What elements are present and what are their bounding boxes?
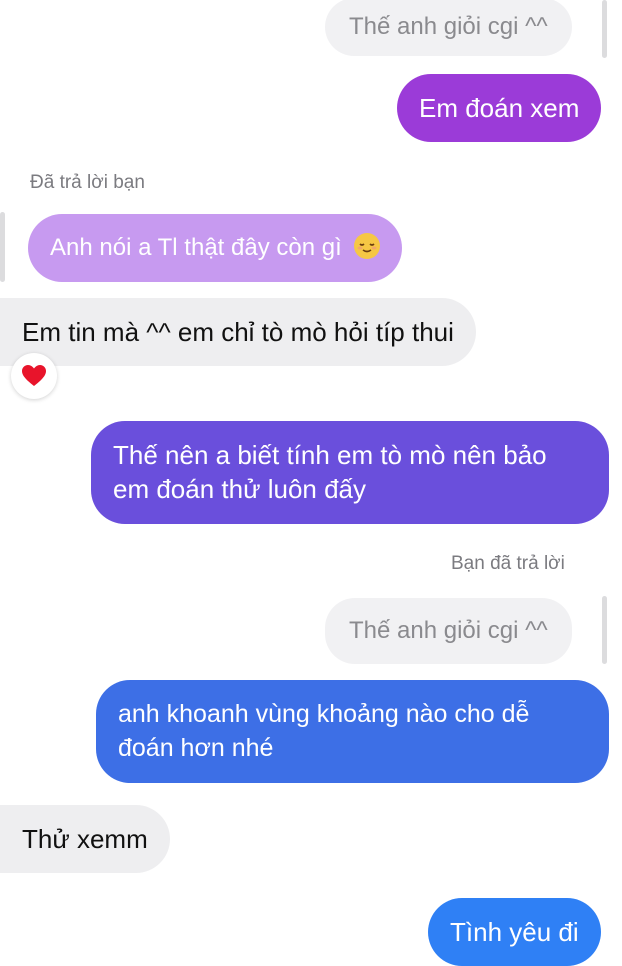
- reply-indicator-bar: [602, 0, 607, 58]
- quoted-text: Thế anh giỏi cgi ^^: [349, 617, 548, 644]
- quoted-message-replied[interactable]: Thế anh giỏi cgi ^^: [325, 598, 572, 664]
- message-text: Em tin mà ^^ em chỉ tò mò hỏi típ thui: [22, 317, 454, 347]
- message-text: Thử xemm: [22, 824, 148, 854]
- reply-indicator-bar: [0, 212, 5, 282]
- sent-message[interactable]: Em đoán xem: [397, 74, 602, 142]
- quoted-message-top[interactable]: Thế anh giỏi cgi ^^: [325, 0, 572, 56]
- message-text-line: Thế nên a biết tính em tò mò nên bảo: [113, 440, 547, 470]
- reply-meta-label: Đã trả lời bạn: [30, 172, 145, 193]
- quoted-message-replied[interactable]: Anh nói a Tl thật đây còn gì: [28, 214, 403, 282]
- received-message[interactable]: Em tin mà ^^ em chỉ tò mò hỏi típ thui: [0, 298, 476, 366]
- message-text-line: anh khoanh vùng khoảng nào cho dễ: [118, 700, 530, 728]
- quoted-text: Anh nói a Tl thật đây còn gì: [50, 234, 342, 261]
- message-text: Em đoán xem: [419, 93, 580, 123]
- sent-message[interactable]: anh khoanh vùng khoảng nào cho dễ đoán h…: [96, 680, 609, 783]
- received-message[interactable]: Thử xemm: [0, 805, 170, 873]
- message-text: Tình yêu đi: [450, 917, 579, 947]
- quoted-text: Thế anh giỏi cgi ^^: [349, 13, 548, 40]
- sent-message[interactable]: Thế nên a biết tính em tò mò nên bảo em …: [91, 421, 609, 524]
- red-heart-icon: [22, 365, 46, 386]
- reply-meta-label: Bạn đã trả lời: [451, 553, 565, 574]
- sent-message[interactable]: Tình yêu đi: [428, 898, 601, 966]
- reaction-badge[interactable]: [11, 353, 57, 399]
- relieved-face-icon: [354, 233, 381, 259]
- message-text-line: em đoán thử luôn đấy: [113, 474, 367, 504]
- reply-indicator-bar: [602, 596, 607, 664]
- message-text-line: đoán hơn nhé: [118, 734, 274, 762]
